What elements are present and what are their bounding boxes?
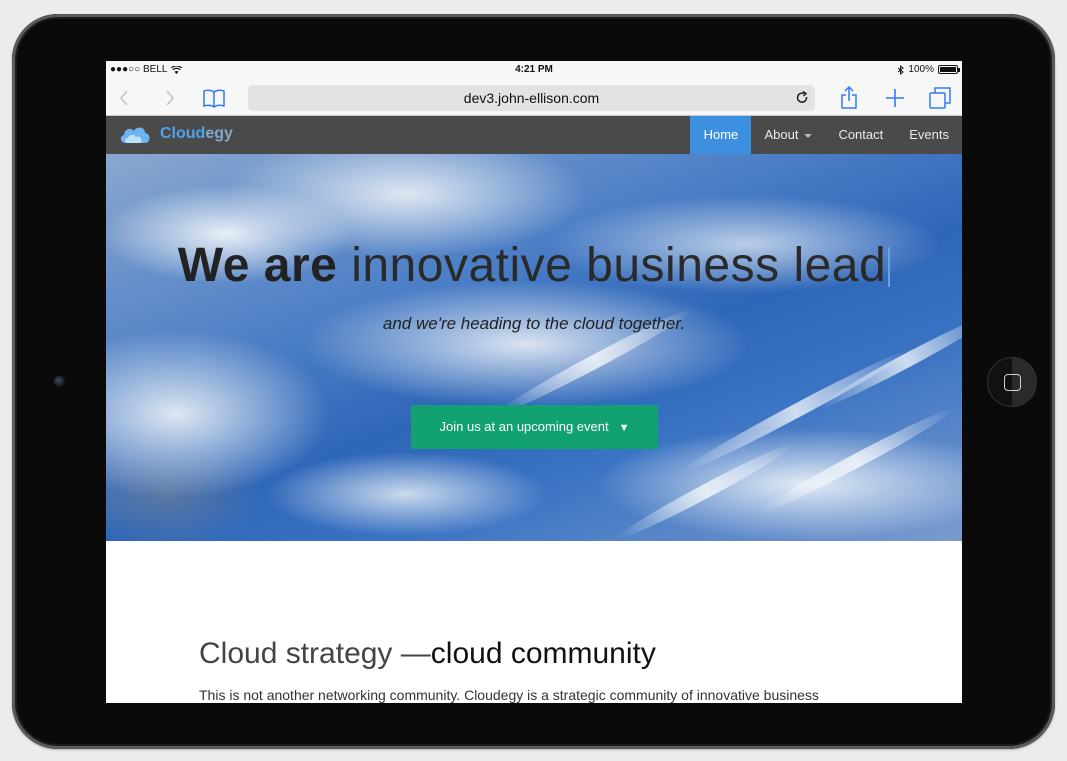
battery-icon xyxy=(938,65,960,74)
chevron-left-icon xyxy=(119,90,128,106)
triangle-down-icon: ▼ xyxy=(618,422,630,434)
cloud-streak xyxy=(677,343,915,479)
battery-percent: 100% xyxy=(908,64,934,75)
status-bar: ●●●○○ BELL 4:21 PM 100% xyxy=(106,61,962,80)
bookmarks-button[interactable] xyxy=(201,86,227,110)
status-time: 4:21 PM xyxy=(515,64,553,75)
book-icon xyxy=(203,89,225,108)
share-icon xyxy=(841,86,857,109)
site-navbar: Cloudegy Home About Contact Events xyxy=(106,116,962,154)
content-section: Cloud strategy —cloud community This is … xyxy=(106,541,962,703)
forward-button[interactable] xyxy=(162,86,178,110)
cloud-logo-icon xyxy=(120,127,150,143)
front-camera xyxy=(54,376,65,387)
tabs-button[interactable] xyxy=(928,86,952,110)
home-button[interactable] xyxy=(987,357,1037,407)
chevron-right-icon xyxy=(166,90,175,106)
share-button[interactable] xyxy=(839,86,859,110)
reload-icon xyxy=(796,90,808,103)
plus-icon xyxy=(886,89,904,107)
hero-subtitle: and we're heading to the cloud together. xyxy=(382,314,686,333)
tabs-icon xyxy=(929,87,951,109)
brand-logo[interactable]: Cloudegy xyxy=(118,123,233,145)
back-button[interactable] xyxy=(116,86,132,110)
nav-about[interactable]: About xyxy=(751,116,825,154)
nav-events[interactable]: Events xyxy=(896,116,962,154)
url-bar[interactable]: dev3.john-ellison.com xyxy=(248,85,815,111)
join-event-button[interactable]: Join us at an upcoming event ▼ xyxy=(411,405,658,449)
browser-toolbar: dev3.john-ellison.com xyxy=(106,80,962,116)
typing-cursor xyxy=(888,247,891,287)
url-text: dev3.john-ellison.com xyxy=(463,90,600,106)
reload-button[interactable] xyxy=(796,85,809,119)
screen: ●●●○○ BELL 4:21 PM 100% dev3.john-elliso… xyxy=(106,61,962,703)
hero-headline: We are innovative business lead xyxy=(106,238,962,293)
caret-down-icon xyxy=(804,133,813,138)
section-body: This is not another networking community… xyxy=(199,687,819,703)
hero-section: We are innovative business lead and we'r… xyxy=(106,154,962,541)
new-tab-button[interactable] xyxy=(884,86,906,110)
brand-name: Cloudegy xyxy=(160,125,233,142)
nav-home[interactable]: Home xyxy=(690,116,752,154)
home-square-icon xyxy=(1003,373,1021,391)
nav-contact[interactable]: Contact xyxy=(825,116,896,154)
bluetooth-icon xyxy=(898,64,905,75)
section-heading: Cloud strategy —cloud community xyxy=(199,637,656,670)
